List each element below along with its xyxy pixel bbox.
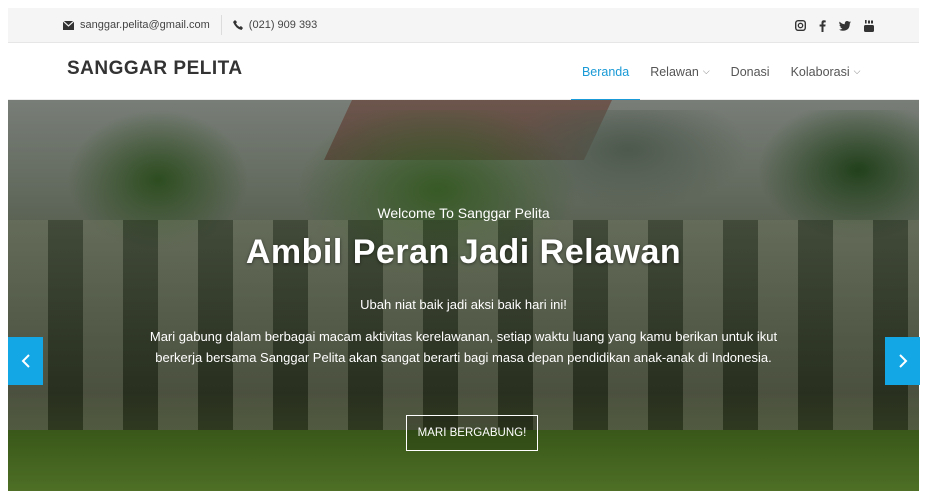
contact-info: sanggar.pelita@gmail.com (021) 909 393 <box>63 15 317 35</box>
nav-menu: Beranda Relawan ⌵ Donasi Kolaborasi ⌵ <box>571 43 871 101</box>
join-button[interactable]: MARI BERGABUNG! <box>406 415 538 451</box>
hero-headline: Ambil Peran Jadi Relawan <box>245 233 682 271</box>
chevron-down-icon: ⌵ <box>853 66 861 76</box>
carousel-next-button[interactable] <box>885 337 920 385</box>
page: sanggar.pelita@gmail.com (021) 909 393 S… <box>8 8 919 491</box>
nav-item-label: Beranda <box>581 64 630 79</box>
facebook-icon[interactable] <box>819 19 826 33</box>
nav-item-relawan[interactable]: Relawan ⌵ <box>640 43 720 100</box>
nav-item-label: Relawan <box>650 64 699 79</box>
social-links <box>795 8 874 43</box>
email-link[interactable]: sanggar.pelita@gmail.com <box>63 19 210 31</box>
hero-tagline: Ubah niat baik jadi aksi baik hari ini! <box>360 297 567 312</box>
youtube-icon[interactable] <box>864 19 874 33</box>
main-navbar: SANGGAR PELITA Beranda Relawan ⌵ Donasi … <box>8 43 919 101</box>
top-bar: sanggar.pelita@gmail.com (021) 909 393 <box>8 8 919 43</box>
hero-welcome: Welcome To Sanggar Pelita <box>377 205 550 221</box>
envelope-icon <box>63 20 74 30</box>
chevron-down-icon: ⌵ <box>702 66 710 76</box>
hero-content: Welcome To Sanggar Pelita Ambil Peran Ja… <box>8 100 919 491</box>
contact-divider <box>220 15 222 35</box>
carousel-prev-button[interactable] <box>8 337 43 385</box>
nav-item-label: Donasi <box>730 64 770 79</box>
phone-icon <box>232 20 243 30</box>
phone-text: (021) 909 393 <box>248 19 318 31</box>
chevron-left-icon <box>21 354 30 368</box>
nav-item-label: Kolaborasi <box>790 64 850 79</box>
site-logo[interactable]: SANGGAR PELITA <box>67 58 243 80</box>
nav-item-donasi[interactable]: Donasi <box>720 43 780 100</box>
twitter-icon[interactable] <box>839 19 851 33</box>
nav-item-beranda[interactable]: Beranda <box>571 43 640 101</box>
instagram-icon[interactable] <box>795 19 806 33</box>
email-text: sanggar.pelita@gmail.com <box>80 19 210 31</box>
chevron-right-icon <box>898 354 907 368</box>
nav-item-kolaborasi[interactable]: Kolaborasi ⌵ <box>780 43 871 100</box>
phone-link[interactable]: (021) 909 393 <box>232 19 318 31</box>
hero-carousel: Welcome To Sanggar Pelita Ambil Peran Ja… <box>8 100 919 491</box>
hero-description: Mari gabung dalam berbagai macam aktivit… <box>149 329 778 365</box>
